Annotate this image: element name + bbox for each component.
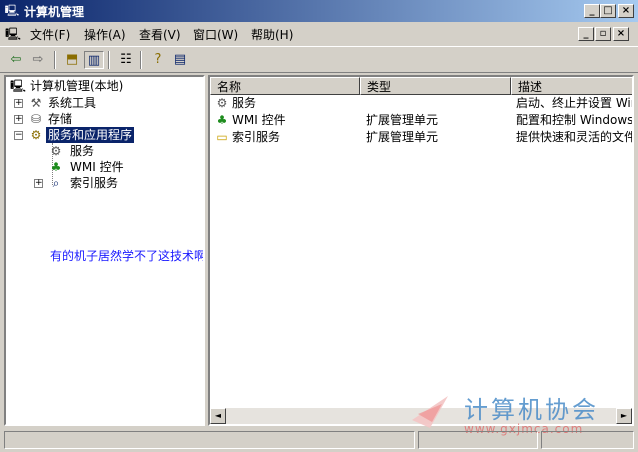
tree-item-services-and-apps[interactable]: 服务和应用程序 — [46, 127, 135, 143]
mdi-close-button[interactable]: × — [613, 27, 629, 41]
table-row[interactable]: ⚙ 服务 启动、终止并设置 Win — [210, 95, 632, 112]
scroll-right-button[interactable]: ► — [616, 408, 632, 424]
row-name: 索引服务 — [232, 130, 281, 144]
computer-management-icon: 🖳 — [4, 4, 20, 17]
scroll-left-button[interactable]: ◄ — [210, 408, 226, 424]
table-row[interactable]: ♣ WMI 控件 扩展管理单元 配置和控制 Windows M — [210, 112, 632, 129]
forward-arrow-icon[interactable]: ⇨ — [28, 51, 48, 69]
row-desc: 提供快速和灵活的文件 — [516, 130, 634, 144]
tools-icon: ⚒ — [30, 96, 42, 110]
expand-toggle[interactable]: + — [34, 179, 43, 188]
status-bar — [0, 428, 638, 452]
tree-pane[interactable]: 🖳 计算机管理(本地) + ⚒ 系统工具 + ⛁ 存储 − ⚙ 服务和应用程序 … — [4, 75, 205, 426]
menu-view[interactable]: 查看(V) — [139, 26, 181, 43]
column-header-desc[interactable]: 描述 — [511, 77, 632, 95]
menu-bar: 🖳 文件(F) 操作(A) 查看(V) 窗口(W) 帮助(H) _ ▫ × — [0, 23, 638, 45]
menu-help[interactable]: 帮助(H) — [251, 26, 293, 43]
export-list-icon[interactable]: ☷ — [116, 51, 136, 69]
column-header-type[interactable]: 类型 — [360, 77, 511, 95]
row-type: 扩展管理单元 — [366, 113, 439, 127]
expand-toggle[interactable]: + — [14, 99, 23, 108]
menu-file[interactable]: 文件(F) — [30, 26, 70, 43]
status-cell-main — [4, 431, 415, 449]
computer-icon: 🖳 — [10, 79, 27, 93]
tree-item-indexing[interactable]: 索引服务 — [70, 175, 118, 191]
tree-item-wmi[interactable]: WMI 控件 — [70, 159, 124, 175]
status-cell-3 — [541, 431, 634, 449]
window-title: 计算机管理 — [24, 5, 85, 19]
row-name: WMI 控件 — [232, 113, 286, 127]
indexing-icon: ⌕ — [52, 176, 60, 190]
storage-icon: ⛁ — [30, 112, 42, 126]
row-type — [366, 95, 506, 112]
back-arrow-icon[interactable]: ⇦ — [6, 51, 26, 69]
tree-item-storage[interactable]: 存储 — [48, 111, 72, 127]
collapse-toggle[interactable]: − — [14, 131, 23, 140]
row-name: 服务 — [232, 96, 257, 110]
list-pane[interactable]: 名称 类型 描述 ⚙ 服务 启动、终止并设置 Win ♣ WMI 控件 扩展管理… — [208, 75, 634, 426]
help-icon[interactable]: ? — [148, 51, 168, 69]
row-desc: 启动、终止并设置 Win — [516, 96, 634, 110]
minimize-button[interactable]: _ — [584, 4, 600, 18]
properties-icon[interactable]: ▤ — [170, 51, 190, 69]
mdi-restore-button[interactable]: ▫ — [595, 27, 611, 41]
horizontal-scrollbar[interactable]: ◄ ► — [210, 408, 632, 424]
services-apps-icon: ⚙ — [30, 128, 42, 142]
toolbar-separator — [54, 51, 56, 69]
column-header-name[interactable]: 名称 — [210, 77, 360, 95]
expand-toggle[interactable]: + — [14, 115, 23, 124]
tree-item-system-tools[interactable]: 系统工具 — [48, 95, 96, 111]
row-desc: 配置和控制 Windows M — [516, 113, 634, 127]
status-cell-2 — [418, 431, 538, 449]
maximize-button[interactable]: □ — [600, 4, 616, 18]
services-icon: ⚙ — [50, 144, 62, 158]
toolbar: ⇦ ⇨ ⬒ ▥ ☷ ? ▤ — [0, 46, 638, 73]
toolbar-separator — [140, 51, 142, 69]
menu-action[interactable]: 操作(A) — [84, 26, 126, 43]
show-tree-icon[interactable]: ▥ — [84, 51, 104, 69]
toolbar-separator — [108, 51, 110, 69]
table-row[interactable]: ▭ 索引服务 扩展管理单元 提供快速和灵活的文件 — [210, 129, 632, 146]
up-folder-icon[interactable]: ⬒ — [62, 51, 82, 69]
close-button[interactable]: × — [618, 4, 634, 18]
row-type: 扩展管理单元 — [366, 130, 439, 144]
tree-root-label: 计算机管理(本地) — [30, 79, 124, 93]
title-bar[interactable]: 🖳 计算机管理 _ □ × — [0, 0, 638, 22]
mmc-doc-icon: 🖳 — [5, 27, 22, 41]
wmi-icon: ♣ — [50, 160, 62, 174]
services-icon: ⚙ — [216, 96, 228, 110]
annotation-text: 有的机子居然学不了这技术啊! — [50, 249, 205, 263]
tree-item-services[interactable]: 服务 — [70, 143, 94, 159]
menu-window[interactable]: 窗口(W) — [193, 26, 238, 43]
folder-icon: ▭ — [216, 130, 228, 144]
mdi-minimize-button[interactable]: _ — [578, 27, 594, 41]
wmi-icon: ♣ — [216, 113, 228, 127]
